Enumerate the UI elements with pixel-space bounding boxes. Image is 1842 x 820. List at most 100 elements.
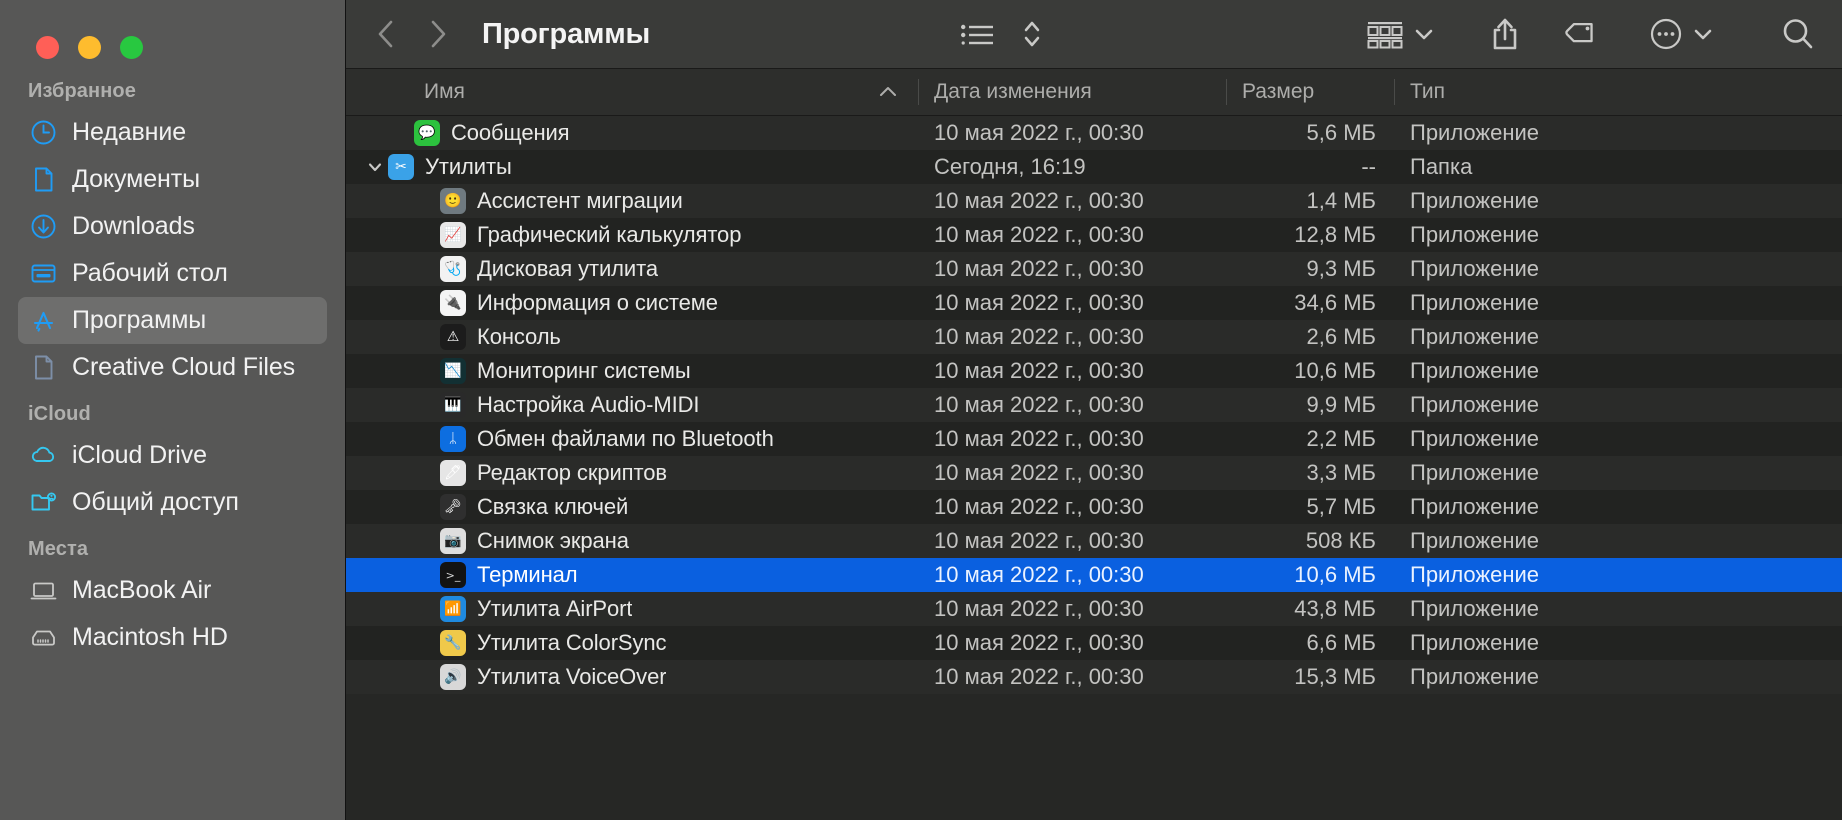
share-icon	[1489, 16, 1521, 52]
cell-date-modified: 10 мая 2022 г., 00:30	[934, 290, 1144, 315]
main-area: Программы Имя Дата изменения Размер Тип …	[345, 0, 1842, 820]
sidebar-item-[interactable]: Документы	[18, 156, 327, 203]
table-row[interactable]: 🔌 Информация о системе 10 мая 2022 г., 00:…	[346, 286, 1842, 320]
table-row[interactable]: ᛦ Обмен файлами по Bluetooth 10 мая 2022 г…	[346, 422, 1842, 456]
system-information-icon: 🔌	[440, 290, 466, 316]
close-button[interactable]	[36, 35, 59, 59]
laptop-icon	[30, 577, 57, 604]
sidebar-item-[interactable]: Рабочий стол	[18, 250, 327, 297]
column-header-name[interactable]: Имя	[346, 69, 918, 115]
cell-date-modified: 10 мая 2022 г., 00:30	[934, 222, 1144, 247]
script-editor-icon: 🖊	[440, 460, 466, 486]
table-row[interactable]: 📷 Снимок экрана 10 мая 2022 г., 00:30 508 К…	[346, 524, 1842, 558]
column-header-type-label: Тип	[1410, 80, 1446, 103]
table-row[interactable]: 📶 Утилита AirPort 10 мая 2022 г., 00:30 43,…	[346, 592, 1842, 626]
cell-size: 15,3 МБ	[1294, 664, 1376, 689]
minimize-button[interactable]	[78, 35, 101, 59]
share-button[interactable]	[1449, 16, 1535, 52]
group-by-icon	[1366, 19, 1404, 49]
sidebar: Избранное Недавние Документы Downloads Рабоч…	[0, 0, 345, 820]
file-name-label: Ассистент миграции	[477, 188, 683, 213]
tags-button[interactable]	[1535, 17, 1613, 51]
file-name-label: Связка ключей	[477, 494, 629, 519]
column-header-size[interactable]: Размер	[1226, 69, 1394, 115]
cell-name: 🙂 Ассистент миграции	[346, 188, 918, 214]
column-header-date[interactable]: Дата изменения	[918, 69, 1226, 115]
table-row[interactable]: ✂ Утилиты Сегодня, 16:19 -- Папка	[346, 150, 1842, 184]
cell-size: 43,8 МБ	[1294, 596, 1376, 621]
cell-name: ⚠ Консоль	[346, 324, 918, 350]
airport-utility-icon: 📶	[440, 596, 466, 622]
table-row[interactable]: ⚠ Консоль 10 мая 2022 г., 00:30 2,6 МБ Прило…	[346, 320, 1842, 354]
group-by-button[interactable]	[1352, 19, 1449, 49]
forward-button[interactable]	[426, 17, 450, 51]
sidebar-item-macbook-air[interactable]: MacBook Air	[18, 567, 327, 614]
table-row[interactable]: >_ Терминал 10 мая 2022 г., 00:30 10,6 МБ Пр…	[346, 558, 1842, 592]
cell-size: 10,6 МБ	[1294, 562, 1376, 587]
disclosure-chevron-icon[interactable]	[362, 158, 388, 176]
cell-size: --	[1361, 154, 1376, 179]
table-row[interactable]: 🔧 Утилита ColorSync 10 мая 2022 г., 00:30 6…	[346, 626, 1842, 660]
chevron-down-icon	[1692, 23, 1714, 45]
file-name-label: Утилита AirPort	[477, 596, 633, 621]
page-title: Программы	[482, 17, 651, 50]
sidebar-item-[interactable]: Общий доступ	[18, 479, 327, 526]
traffic-lights	[0, 0, 345, 68]
bluetooth-sharing-icon: ᛦ	[440, 426, 466, 452]
table-row[interactable]: 🩺 Дисковая утилита 10 мая 2022 г., 00:30 9,…	[346, 252, 1842, 286]
table-row[interactable]: 💬 Сообщения 10 мая 2022 г., 00:30 5,6 МБ При…	[346, 116, 1842, 150]
cell-size: 34,6 МБ	[1294, 290, 1376, 315]
cell-name: 🔊 Утилита VoiceOver	[346, 664, 918, 690]
cell-size: 5,7 МБ	[1306, 494, 1376, 519]
cell-date-modified: 10 мая 2022 г., 00:30	[934, 188, 1144, 213]
cell-name: 🖊 Редактор скриптов	[346, 460, 918, 486]
sidebar-item-label: Macintosh HD	[72, 623, 228, 651]
cell-size: 10,6 МБ	[1294, 358, 1376, 383]
search-button[interactable]	[1728, 16, 1816, 52]
maximize-button[interactable]	[120, 35, 143, 59]
ellipsis-circle-icon	[1649, 17, 1683, 51]
sidebar-item-label: iCloud Drive	[72, 441, 207, 469]
table-row[interactable]: 🙂 Ассистент миграции 10 мая 2022 г., 00:30…	[346, 184, 1842, 218]
sidebar-group-title: iCloud	[28, 403, 91, 425]
cell-name: 📉 Мониторинг системы	[346, 358, 918, 384]
table-row[interactable]: 🗝 Связка ключей 10 мая 2022 г., 00:30 5,7 М…	[346, 490, 1842, 524]
shared-folder-icon	[30, 489, 57, 516]
sidebar-item-[interactable]: Недавние	[18, 109, 327, 156]
cell-type: Приложение	[1410, 494, 1540, 519]
table-row[interactable]: 📉 Мониторинг системы 10 мая 2022 г., 00:30…	[346, 354, 1842, 388]
sidebar-item-downloads[interactable]: Downloads	[18, 203, 327, 250]
keychain-access-icon: 🗝	[440, 494, 466, 520]
sidebar-item-label: Документы	[72, 165, 200, 193]
document-icon	[30, 354, 57, 381]
column-header-type[interactable]: Тип	[1394, 69, 1842, 115]
table-row[interactable]: 🖊 Редактор скриптов 10 мая 2022 г., 00:30 3…	[346, 456, 1842, 490]
voiceover-utility-icon: 🔊	[440, 664, 466, 690]
table-row[interactable]: 📈 Графический калькулятор 10 мая 2022 г., …	[346, 218, 1842, 252]
cell-date-modified: 10 мая 2022 г., 00:30	[934, 426, 1144, 451]
sidebar-item-creative-cloud-files[interactable]: Creative Cloud Files	[18, 344, 327, 391]
cell-type: Приложение	[1410, 460, 1540, 485]
view-stepper-button[interactable]	[1008, 18, 1056, 50]
more-options-button[interactable]	[1613, 17, 1728, 51]
cell-name: 📈 Графический калькулятор	[346, 222, 918, 248]
cell-name: 🎹 Настройка Audio-MIDI	[346, 392, 918, 418]
table-row[interactable]: 🎹 Настройка Audio-MIDI 10 мая 2022 г., 00:…	[346, 388, 1842, 422]
migration-assistant-icon: 🙂	[440, 188, 466, 214]
list-view-icon	[960, 20, 994, 48]
sidebar-item-macintosh-hd[interactable]: Macintosh HD	[18, 614, 327, 661]
back-button[interactable]	[374, 17, 398, 51]
list-view-button[interactable]	[946, 20, 1008, 48]
sidebar-item-icloud-drive[interactable]: iCloud Drive	[18, 432, 327, 479]
file-list[interactable]: 💬 Сообщения 10 мая 2022 г., 00:30 5,6 МБ При…	[346, 116, 1842, 820]
clock-icon	[30, 119, 57, 146]
cell-type: Приложение	[1410, 528, 1540, 553]
finder-window: Избранное Недавние Документы Downloads Рабоч…	[0, 0, 1842, 820]
sidebar-item-[interactable]: Программы	[18, 297, 327, 344]
table-row[interactable]: 🔊 Утилита VoiceOver 10 мая 2022 г., 00:30 1…	[346, 660, 1842, 694]
file-name-label: Сообщения	[451, 120, 570, 145]
column-header-date-label: Дата изменения	[934, 80, 1092, 103]
cell-date-modified: 10 мая 2022 г., 00:30	[934, 664, 1144, 689]
sort-ascending-icon	[878, 80, 898, 104]
sidebar-group-title: Места	[28, 538, 89, 560]
